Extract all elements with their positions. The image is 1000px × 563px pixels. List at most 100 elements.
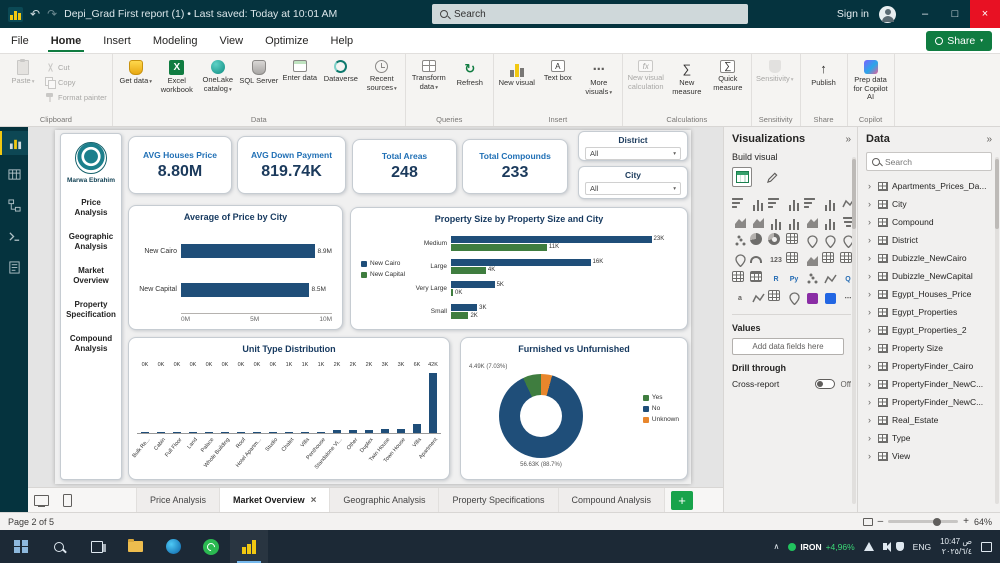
ribbon-button-dataverse[interactable]: Dataverse bbox=[321, 56, 361, 113]
field-propertyfinder-newc[interactable]: › PropertyFinder_NewC... bbox=[866, 375, 992, 393]
filled-map-visual-icon[interactable] bbox=[822, 233, 838, 249]
ribbon-button-publish[interactable]: ↑ Publish bbox=[804, 56, 844, 113]
scatter-chart-visual-icon[interactable] bbox=[732, 233, 748, 249]
ribbon-button-sql-server[interactable]: SQL Server bbox=[239, 56, 279, 113]
hidden-icons-chevron[interactable]: ∧ bbox=[773, 542, 779, 551]
dax-query-view-button[interactable] bbox=[0, 224, 28, 248]
bar[interactable] bbox=[301, 431, 309, 433]
bar[interactable] bbox=[365, 430, 373, 433]
account-avatar[interactable] bbox=[879, 5, 896, 23]
card-visual-icon[interactable]: 123 bbox=[768, 252, 784, 268]
scrollbar[interactable] bbox=[852, 157, 856, 504]
avg-price-by-city-chart[interactable]: Average of Price by City New Cairo 8.9M Ne… bbox=[128, 205, 343, 330]
maximize-button[interactable]: □ bbox=[940, 0, 970, 28]
bar[interactable] bbox=[381, 428, 389, 433]
bar[interactable] bbox=[333, 430, 341, 433]
stacked-column-chart-visual-icon[interactable] bbox=[750, 195, 766, 211]
field-apartments-prices-da[interactable]: › Apartments_Prices_Da... bbox=[866, 177, 992, 195]
ribbon-button-transform-data[interactable]: Transform data▾ bbox=[409, 56, 449, 113]
search-taskbar-icon[interactable] bbox=[40, 530, 78, 563]
expand-chevron-icon[interactable]: › bbox=[868, 235, 874, 245]
smart-narrative-visual-icon[interactable]: a bbox=[732, 290, 748, 306]
ribbon-button-get-data[interactable]: Get data▾ bbox=[116, 56, 156, 113]
expand-chevron-icon[interactable]: › bbox=[868, 289, 874, 299]
power-automate-visual-icon[interactable] bbox=[822, 290, 838, 306]
ribbon-chart-visual-icon[interactable] bbox=[804, 214, 820, 230]
ribbon-button-onelake-catalog[interactable]: OneLake catalog▾ bbox=[198, 56, 238, 113]
ribbon-button-enter-data[interactable]: Enter data bbox=[280, 56, 320, 113]
bar[interactable] bbox=[451, 312, 469, 320]
close-button[interactable]: × bbox=[970, 0, 1000, 28]
dashboard-nav-property-specification[interactable]: Property Specification bbox=[64, 300, 118, 320]
menu-tab-view[interactable]: View bbox=[208, 28, 254, 53]
stacked-area-chart-visual-icon[interactable] bbox=[750, 214, 766, 230]
menu-tab-optimize[interactable]: Optimize bbox=[254, 28, 319, 53]
new-page-button[interactable]: + bbox=[671, 490, 694, 510]
ribbon-button-excel-workbook[interactable]: X Excel workbook bbox=[157, 56, 197, 113]
line-and-clustered-column-chart-visual-icon[interactable] bbox=[786, 214, 802, 230]
ribbon-button-more-visuals[interactable]: ⋯ More visuals▾ bbox=[579, 56, 619, 113]
bar[interactable] bbox=[221, 432, 229, 433]
whatsapp-taskbar-icon[interactable] bbox=[192, 530, 230, 563]
page-tab-market-overview[interactable]: Market Overview × bbox=[220, 488, 331, 512]
collapse-pane-icon[interactable]: » bbox=[845, 134, 851, 145]
file-explorer-taskbar-icon[interactable] bbox=[116, 530, 154, 563]
titlebar-search-box[interactable]: Search bbox=[432, 4, 748, 24]
azure-map-visual-icon[interactable] bbox=[732, 252, 748, 268]
menu-tab-file[interactable]: File bbox=[0, 28, 40, 53]
sign-in-button[interactable]: Sign in bbox=[837, 8, 869, 20]
bar[interactable] bbox=[173, 432, 181, 433]
field-propertyfinder-cairo[interactable]: › PropertyFinder_Cairo bbox=[866, 357, 992, 375]
key-influencers-visual-icon[interactable] bbox=[804, 271, 820, 287]
property-size-chart[interactable]: Property Size by Property Size and City … bbox=[350, 207, 688, 330]
pie-chart-visual-icon[interactable] bbox=[750, 233, 762, 245]
desktop-layout-icon[interactable] bbox=[28, 488, 54, 512]
field-property-size[interactable]: › Property Size bbox=[866, 339, 992, 357]
scrollbar[interactable] bbox=[995, 157, 999, 504]
field-type[interactable]: › Type bbox=[866, 429, 992, 447]
mobile-layout-icon[interactable] bbox=[54, 488, 80, 512]
field-dubizzle-newcairo[interactable]: › Dubizzle_NewCairo bbox=[866, 249, 992, 267]
clock[interactable]: 10:47 ص ٢٠٢٥/٦/٤ bbox=[940, 537, 972, 557]
field-egypt-properties[interactable]: › Egypt_Properties bbox=[866, 303, 992, 321]
area-chart-visual-icon[interactable] bbox=[732, 214, 748, 230]
ribbon-button-refresh[interactable]: ↻ Refresh bbox=[450, 56, 490, 113]
ribbon-button-new-measure[interactable]: ∑ New measure bbox=[667, 56, 707, 113]
bar[interactable] bbox=[451, 304, 478, 312]
expand-chevron-icon[interactable]: › bbox=[868, 271, 874, 281]
ribbon-button-new-visual[interactable]: New visual bbox=[497, 56, 537, 113]
expand-chevron-icon[interactable]: › bbox=[868, 307, 874, 317]
field-propertyfinder-newc[interactable]: › PropertyFinder_NewC... bbox=[866, 393, 992, 411]
tmdl-view-button[interactable] bbox=[0, 255, 28, 279]
page-tab-geographic-analysis[interactable]: Geographic Analysis bbox=[330, 488, 440, 512]
matrix-visual-icon[interactable] bbox=[750, 271, 762, 282]
kpi-card-total-compounds[interactable]: Total Compounds 233 bbox=[462, 139, 568, 194]
minimize-button[interactable]: – bbox=[910, 0, 940, 28]
expand-chevron-icon[interactable]: › bbox=[868, 325, 874, 335]
close-tab-icon[interactable]: × bbox=[311, 495, 317, 506]
kpi-card-avg-down-payment[interactable]: AVG Down Payment 819.74K bbox=[237, 136, 346, 194]
bar[interactable] bbox=[237, 432, 245, 433]
district-dropdown[interactable]: All ▾ bbox=[585, 147, 681, 160]
field-compound[interactable]: › Compound bbox=[866, 213, 992, 231]
bar[interactable] bbox=[269, 432, 277, 433]
undo-icon[interactable]: ↶ bbox=[30, 7, 40, 21]
bar[interactable] bbox=[451, 243, 547, 251]
fields-search-box[interactable]: Search bbox=[866, 152, 992, 171]
page-tab-compound-analysis[interactable]: Compound Analysis bbox=[558, 488, 666, 512]
expand-chevron-icon[interactable]: › bbox=[868, 451, 874, 461]
field-egypt-properties-2[interactable]: › Egypt_Properties_2 bbox=[866, 321, 992, 339]
power-bi-taskbar-icon[interactable] bbox=[230, 530, 268, 563]
dashboard-nav-price-analysis[interactable]: Price Analysis bbox=[64, 198, 118, 218]
kpi-card-total-areas[interactable]: Total Areas 248 bbox=[352, 139, 457, 194]
text-slicer-visual-icon[interactable] bbox=[840, 252, 852, 263]
100-stacked-bar-chart-visual-icon[interactable] bbox=[804, 195, 820, 211]
field-city[interactable]: › City bbox=[866, 195, 992, 213]
build-visual-tab[interactable] bbox=[732, 167, 752, 187]
collapse-pane-icon[interactable]: » bbox=[986, 134, 992, 145]
kpi-visual-icon[interactable] bbox=[804, 252, 820, 268]
bar[interactable] bbox=[181, 282, 309, 297]
cross-report-toggle[interactable] bbox=[815, 379, 836, 389]
line-and-stacked-column-chart-visual-icon[interactable] bbox=[768, 214, 784, 230]
add-data-fields-dropzone[interactable]: Add data fields here bbox=[732, 338, 844, 355]
